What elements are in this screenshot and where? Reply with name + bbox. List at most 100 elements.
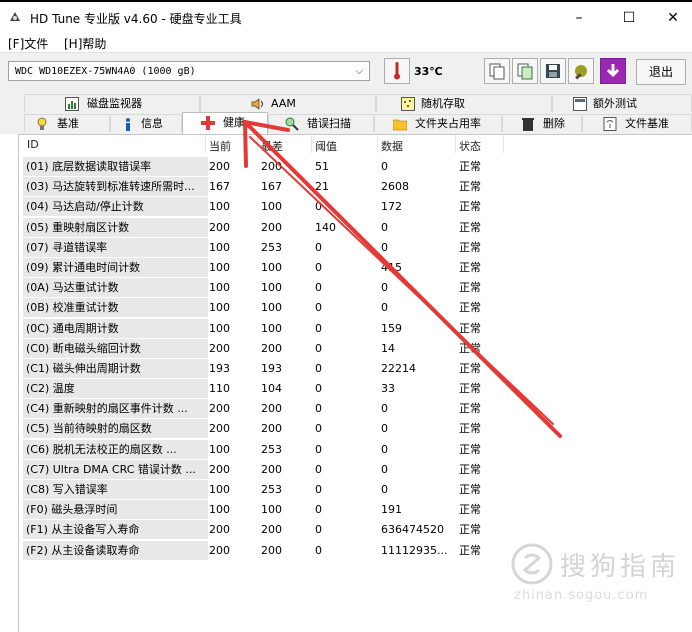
table-row[interactable]: (03) 马达旋转到标准转速所需时... 167 167 21 2608 正常 [19, 177, 692, 197]
row-status-cell: 正常 [459, 260, 481, 274]
table-row[interactable]: (0C) 通电周期计数 100 100 0 159 正常 [19, 318, 692, 339]
table-row[interactable]: (C2) 温度 110 104 0 33 正常 [19, 379, 692, 399]
copy-screenshot-button[interactable] [512, 58, 538, 84]
speaker-icon [251, 98, 263, 110]
row-worst-cell: 200 [261, 462, 282, 476]
tab-file-benchmark[interactable]: 文件基准 [582, 114, 692, 132]
row-current-cell: 100 [209, 301, 230, 315]
table-row[interactable]: (C7) Ultra DMA CRC 错误计数 ... 200 200 0 0 正常 [19, 459, 692, 480]
row-status-cell: 正常 [459, 341, 481, 355]
table-row[interactable]: (0B) 校准重试计数 100 100 0 0 正常 [19, 298, 692, 318]
tab-info[interactable]: 信息 [110, 114, 182, 132]
row-current-cell: 100 [209, 240, 230, 254]
tab-health[interactable]: 健康 [182, 112, 268, 134]
row-worst-cell: 100 [261, 200, 282, 214]
tab-error-scan[interactable]: 错误扫描 [268, 114, 374, 132]
row-id-cell: (01) 底层数据读取错误率 [23, 157, 208, 176]
window-title: HD Tune 专业版 v4.60 - 硬盘专业工具 [30, 12, 242, 26]
exit-button[interactable]: 退出 [636, 59, 686, 85]
tab-bar: 磁盘监视器 AAM 随机存取 额外测试 基准 信息 健康 错误扫描 文件夹占用率… [0, 90, 692, 134]
tab-aam[interactable]: AAM [200, 94, 376, 112]
table-row[interactable]: (05) 重映射扇区计数 200 200 140 0 正常 [19, 217, 692, 238]
save-button[interactable] [540, 58, 566, 84]
menu-help[interactable]: [H]帮助 [64, 35, 106, 52]
table-row[interactable]: (F0) 磁头悬浮时间 100 100 0 191 正常 [19, 500, 692, 520]
column-separator [377, 135, 378, 153]
row-id-cell: (F0) 磁头悬浮时间 [23, 500, 208, 520]
app-icon [10, 12, 20, 21]
table-row[interactable]: (C8) 写入错误率 100 253 0 0 正常 [19, 480, 692, 500]
table-row[interactable]: (01) 底层数据读取错误率 200 200 51 0 正常 [19, 157, 692, 177]
row-threshold-cell: 0 [315, 281, 322, 295]
drive-select[interactable]: WDC WD10EZEX-75WN4A0 (1000 gB) ⌵ [8, 61, 370, 81]
column-header-status[interactable]: 状态 [459, 138, 481, 154]
menu-bar: [F]文件 [H]帮助 [0, 32, 692, 52]
row-current-cell: 200 [209, 220, 230, 234]
row-current-cell: 200 [209, 422, 230, 436]
row-worst-cell: 253 [261, 483, 282, 496]
tab-label: 错误扫描 [307, 117, 351, 130]
tab-benchmark[interactable]: 基准 [24, 114, 110, 132]
close-button[interactable]: ✕ [650, 4, 692, 32]
table-row[interactable]: (C0) 断电磁头缩回计数 200 200 0 14 正常 [19, 338, 692, 359]
menu-file[interactable]: [F]文件 [8, 35, 48, 52]
info-icon [126, 118, 130, 131]
row-current-cell: 100 [209, 260, 230, 274]
column-header-data[interactable]: 数据 [381, 138, 403, 154]
temperature-readout: 33℃ [414, 65, 443, 78]
row-status-cell: 正常 [459, 402, 481, 416]
row-threshold-cell: 140 [315, 220, 336, 234]
tab-random-access[interactable]: 随机存取 [376, 94, 552, 112]
table-row[interactable]: (04) 马达启动/停止计数 100 100 0 172 正常 [19, 197, 692, 217]
column-header-current[interactable]: 当前 [209, 138, 231, 154]
tab-label: AAM [271, 97, 296, 110]
copy-image-icon [517, 63, 533, 80]
row-threshold-cell: 0 [315, 503, 322, 517]
column-separator [311, 135, 312, 153]
tab-extra-tests[interactable]: 额外测试 [552, 94, 692, 112]
row-data-cell: 0 [381, 442, 388, 456]
row-id-cell: (C5) 当前待映射的扇区数 [23, 419, 208, 439]
table-row[interactable]: (C6) 脱机无法校正的扇区数 ... 100 253 0 0 正常 [19, 439, 692, 460]
row-worst-cell: 200 [261, 160, 282, 173]
row-data-cell: 0 [381, 422, 388, 436]
options-button[interactable] [568, 58, 594, 84]
lightbulb-icon [37, 117, 47, 130]
download-button[interactable] [600, 58, 626, 84]
row-threshold-cell: 0 [315, 240, 322, 254]
row-id-cell: (C4) 重新映射的扇区事件计数 ... [23, 399, 208, 419]
row-current-cell: 200 [209, 543, 230, 557]
column-header-id[interactable]: ID [27, 138, 39, 151]
copy-text-button[interactable] [484, 58, 510, 84]
magnifier-icon [285, 117, 299, 131]
row-data-cell: 0 [381, 281, 388, 295]
column-separator [205, 135, 206, 153]
table-row[interactable]: (C1) 磁头伸出周期计数 193 193 0 22214 正常 [19, 358, 692, 379]
table-row[interactable]: (0A) 马达重试计数 100 100 0 0 正常 [19, 278, 692, 298]
minimize-button[interactable]: – [556, 4, 602, 32]
tab-label: 文件基准 [625, 117, 669, 130]
row-status-cell: 正常 [459, 543, 481, 557]
temperature-button[interactable] [384, 58, 410, 84]
column-header-worst[interactable]: 最差 [261, 138, 283, 154]
row-data-cell: 159 [381, 321, 402, 335]
row-status-cell: 正常 [459, 422, 481, 436]
row-worst-cell: 100 [261, 281, 282, 295]
row-current-cell: 200 [209, 462, 230, 476]
row-data-cell: 2608 [381, 180, 409, 194]
row-threshold-cell: 0 [315, 442, 322, 456]
tab-folder-usage[interactable]: 文件夹占用率 [374, 114, 502, 132]
row-threshold-cell: 0 [315, 361, 322, 375]
column-header-threshold[interactable]: 阈值 [315, 138, 337, 154]
row-worst-cell: 253 [261, 240, 282, 254]
row-status-cell: 正常 [459, 321, 481, 335]
table-row[interactable]: (F1) 从主设备写入寿命 200 200 0 636474520 正常 [19, 520, 692, 540]
table-row[interactable]: (07) 寻道错误率 100 253 0 0 正常 [19, 237, 692, 258]
table-row[interactable]: (C5) 当前待映射的扇区数 200 200 0 0 正常 [19, 419, 692, 439]
tab-disk-monitor[interactable]: 磁盘监视器 [24, 94, 200, 112]
tab-erase[interactable]: 删除 [502, 114, 582, 132]
wrench-icon [575, 65, 587, 80]
table-row[interactable]: (09) 累计通电时间计数 100 100 0 415 正常 [19, 257, 692, 278]
maximize-button[interactable]: ☐ [606, 4, 652, 32]
table-row[interactable]: (C4) 重新映射的扇区事件计数 ... 200 200 0 0 正常 [19, 399, 692, 419]
